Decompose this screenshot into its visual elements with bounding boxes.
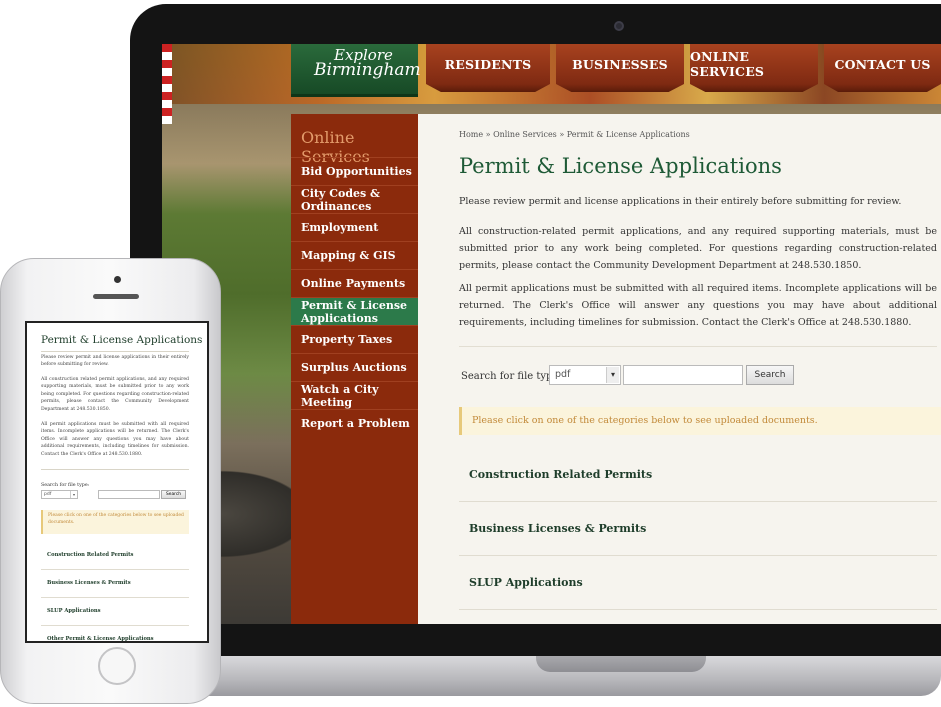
mobile-search-input[interactable]	[98, 490, 160, 499]
applications-paragraph: All permit applications must be submitte…	[459, 283, 937, 328]
camera-icon	[614, 21, 624, 31]
chevron-down-icon: ▾	[70, 491, 77, 498]
mobile-category-business-licenses[interactable]: Business Licenses & Permits	[41, 570, 189, 598]
mobile-file-type-select[interactable]: pdf ▾	[41, 490, 78, 499]
sidebar-item-surplus-auctions[interactable]: Surplus Auctions	[291, 353, 418, 381]
sidebar-item-property-taxes[interactable]: Property Taxes	[291, 325, 418, 353]
page-title: Permit & License Applications	[459, 154, 782, 178]
nav-residents[interactable]: RESIDENTS	[426, 44, 550, 84]
laptop-notch	[536, 656, 706, 672]
category-label: Construction Related Permits	[469, 468, 653, 481]
sidebar-item-employment[interactable]: Employment	[291, 213, 418, 241]
nav-contact-us[interactable]: CONTACT US	[824, 44, 941, 84]
sidebar-item-watch-meeting[interactable]: Watch a City Meeting	[291, 381, 418, 409]
nav-online-services[interactable]: ONLINE SERVICES	[690, 44, 818, 84]
sidebar: Online Services Bid Opportunities City C…	[291, 114, 418, 624]
mobile-category-label: Other Permit & License Applications	[47, 636, 154, 642]
mobile-category-label: Business Licenses & Permits	[47, 580, 131, 586]
mobile-divider	[41, 469, 189, 470]
mobile-category-label: SLUP Applications	[47, 608, 101, 614]
mobile-search-button[interactable]: Search	[161, 490, 186, 499]
breadcrumb[interactable]: Home » Online Services » Permit & Licens…	[459, 130, 690, 139]
phone-speaker	[93, 294, 139, 299]
file-type-value: pdf	[555, 369, 571, 380]
mobile-construction-paragraph: All construction related permit applicat…	[41, 377, 189, 412]
category-construction[interactable]: Construction Related Permits	[459, 449, 937, 502]
sidebar-item-mapping-gis[interactable]: Mapping & GIS	[291, 241, 418, 269]
mobile-category-notice: Please click on one of the categories be…	[41, 510, 189, 534]
search-input[interactable]	[623, 365, 743, 385]
chevron-down-icon: ▾	[606, 367, 619, 383]
phone-camera-icon	[114, 276, 121, 283]
mobile-divider	[41, 351, 189, 352]
divider	[459, 346, 937, 347]
mobile-category-label: Construction Related Permits	[47, 552, 134, 558]
main-content: Home » Online Services » Permit & Licens…	[418, 114, 941, 624]
mobile-category-construction[interactable]: Construction Related Permits	[41, 542, 189, 570]
laptop-screen: Explore Birmingham RESIDENTS BUSINESSES …	[162, 44, 941, 624]
sidebar-item-online-payments[interactable]: Online Payments	[291, 269, 418, 297]
sidebar-item-permit-license[interactable]: Permit & License Applications	[291, 297, 418, 325]
search-label: Search for file type:	[461, 371, 562, 382]
construction-paragraph: All construction-related permit applicat…	[459, 226, 937, 271]
mobile-category-slup[interactable]: SLUP Applications	[41, 598, 189, 626]
phone-home-button[interactable]	[98, 647, 136, 685]
mobile-applications-paragraph: All permit applications must be submitte…	[41, 422, 189, 457]
intro-paragraph: Please review permit and license applica…	[459, 196, 902, 207]
category-notice: Please click on one of the categories be…	[459, 407, 941, 435]
sidebar-item-city-codes[interactable]: City Codes & Ordinances	[291, 185, 418, 213]
category-label: Business Licenses & Permits	[469, 522, 647, 535]
sidebar-item-bid-opportunities[interactable]: Bid Opportunities	[291, 157, 418, 185]
file-type-select[interactable]: pdf ▾	[549, 365, 621, 385]
category-business-licenses[interactable]: Business Licenses & Permits	[459, 503, 937, 556]
sidebar-item-report-problem[interactable]: Report a Problem	[291, 409, 418, 437]
mobile-file-type-value: pdf	[44, 492, 52, 497]
mobile-intro-paragraph: Please review permit and license applica…	[41, 355, 189, 368]
category-label: SLUP Applications	[469, 576, 583, 589]
mobile-search-label: Search for file type:	[41, 483, 90, 488]
nav-businesses[interactable]: BUSINESSES	[556, 44, 684, 84]
phone-screen: Permit & License Applications Please rev…	[25, 321, 209, 643]
category-slup[interactable]: SLUP Applications	[459, 557, 937, 610]
logo-text-bottom: Birmingham	[314, 60, 421, 80]
search-button[interactable]: Search	[746, 365, 794, 385]
mobile-page-title: Permit & License Applications	[41, 334, 203, 346]
flag-image	[162, 44, 172, 124]
mobile-category-other[interactable]: Other Permit & License Applications	[41, 626, 189, 642]
